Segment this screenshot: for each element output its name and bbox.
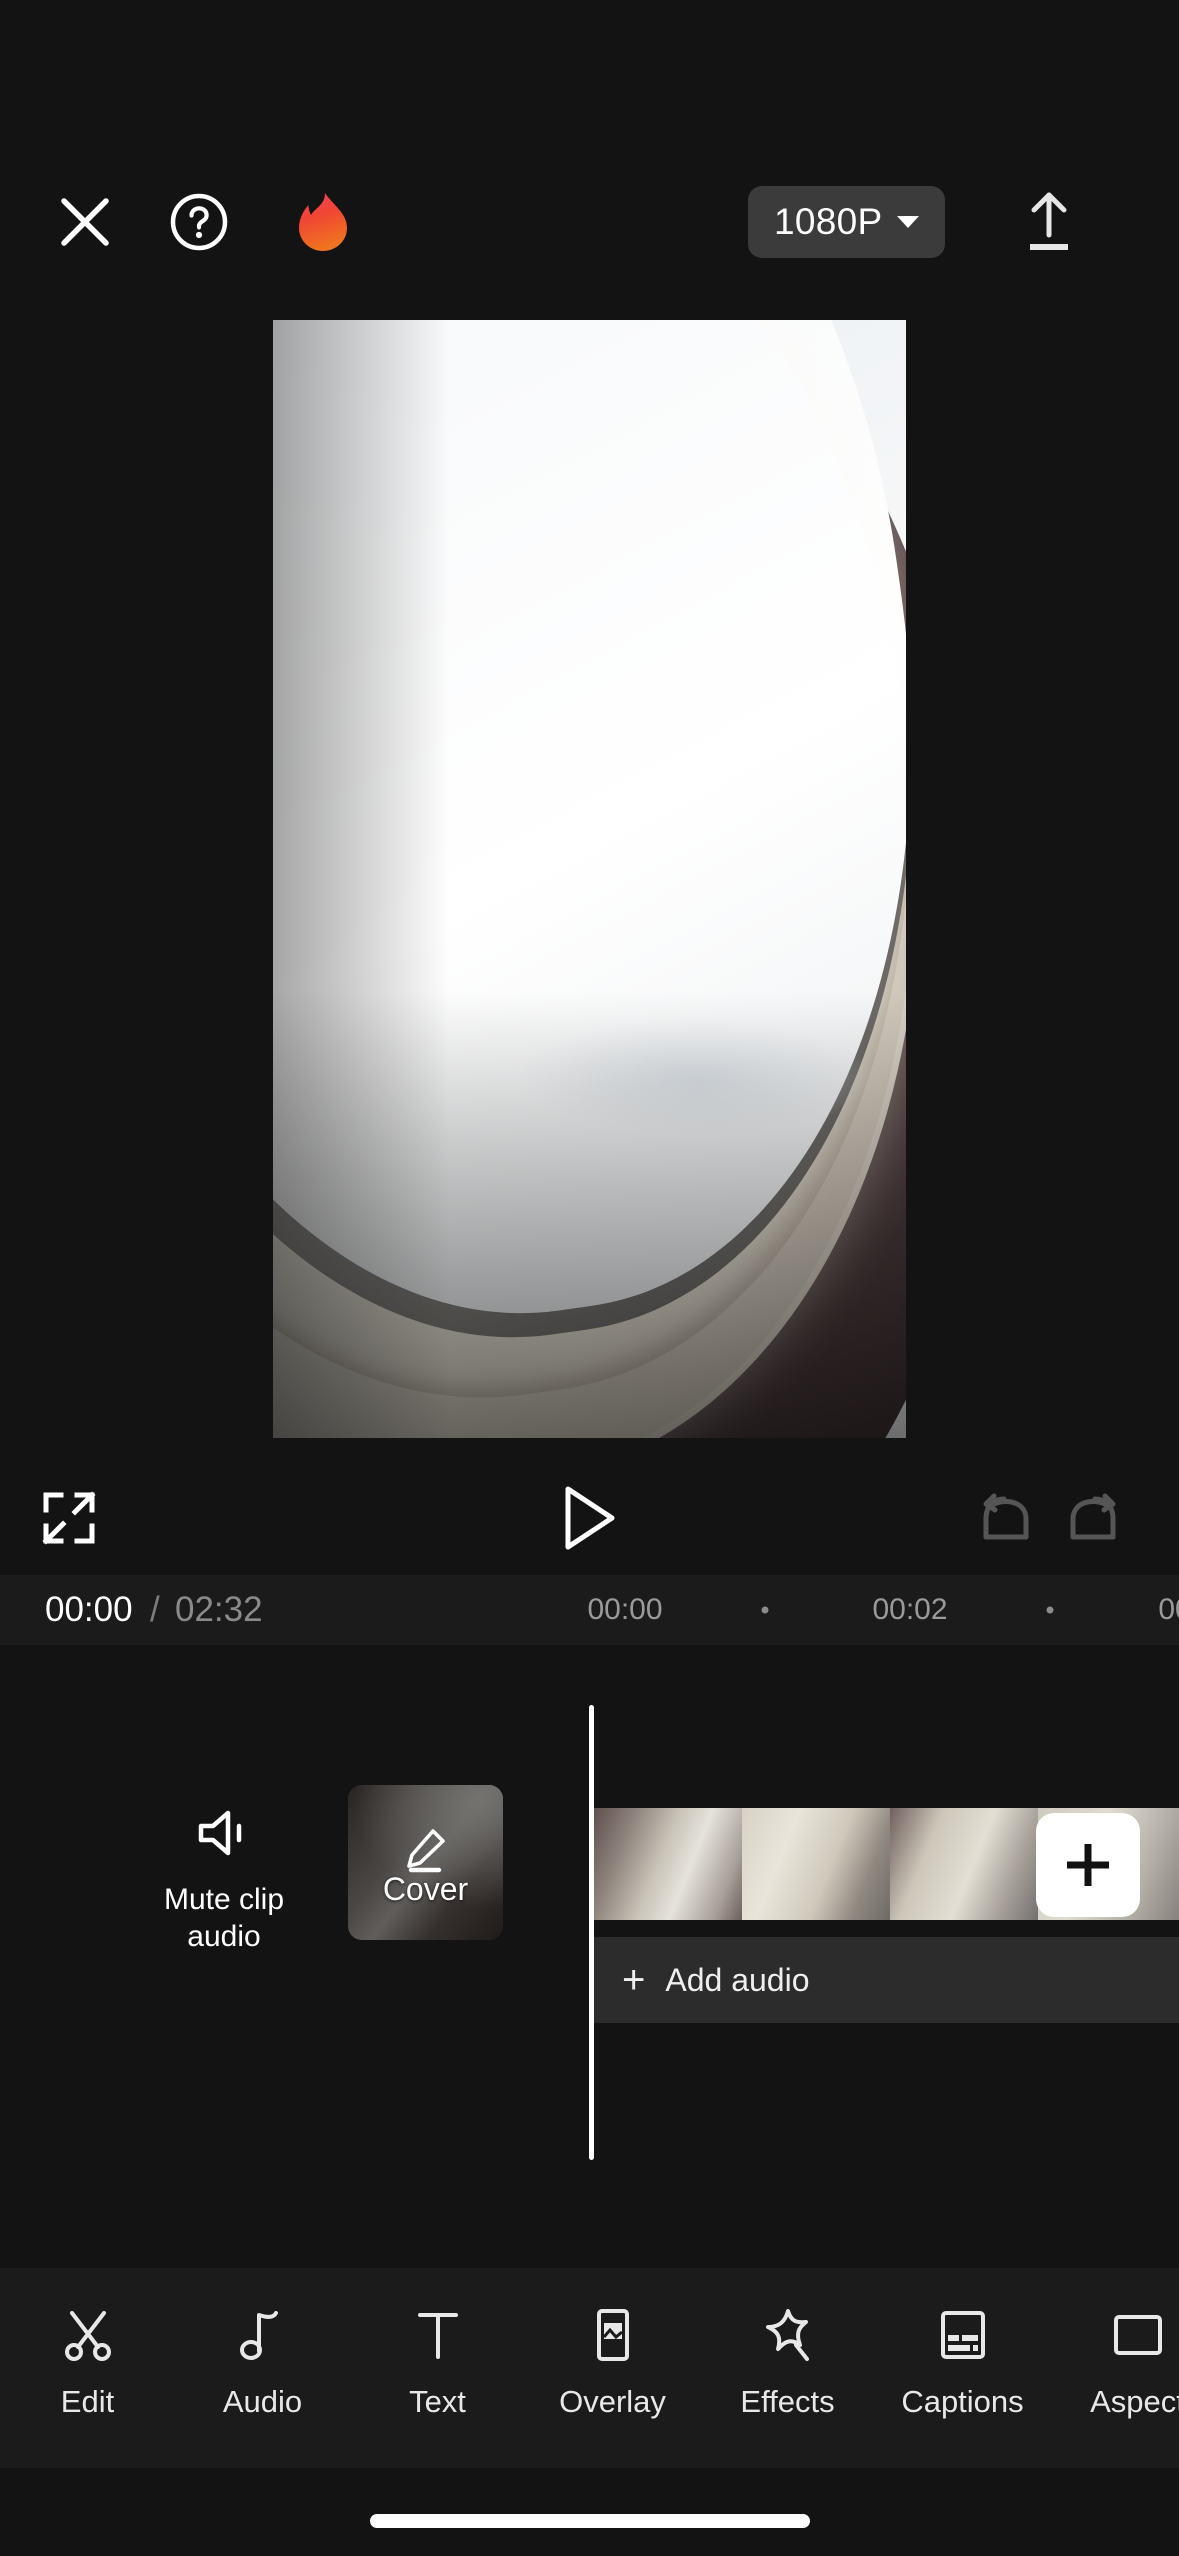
chevron-down-icon: [896, 216, 919, 228]
ruler-dot-0: [761, 1606, 769, 1614]
tool-overlay[interactable]: Overlay: [525, 2306, 700, 2420]
help-circle-icon[interactable]: [168, 191, 230, 253]
timeline-left-tools: Mute clip audio Cover: [0, 1785, 560, 1985]
timeline-ruler[interactable]: 00:00 00:02 00: [520, 1575, 1179, 1645]
clip-thumbnail[interactable]: [594, 1808, 742, 1920]
tool-text[interactable]: Text: [350, 2306, 525, 2420]
aspect-ratio-icon: [1110, 2306, 1166, 2364]
undo-icon[interactable]: [978, 1493, 1034, 1543]
ruler-tick-2: 00: [1158, 1593, 1179, 1626]
close-icon[interactable]: [54, 191, 116, 253]
ruler-dot-1: [1046, 1606, 1054, 1614]
music-note-icon: [235, 2306, 291, 2364]
cover-label: Cover: [382, 1871, 469, 1907]
tool-captions[interactable]: Captions: [875, 2306, 1050, 2420]
tool-label: Overlay: [559, 2384, 666, 2419]
current-time: 00:00: [45, 1590, 133, 1629]
total-duration: 02:32: [175, 1590, 263, 1629]
video-editor-screen: 1080P 00:00 / 02:32 00:00 00:02 0 Mute c…: [0, 0, 1179, 2556]
mute-clip-audio-button[interactable]: Mute clip audio: [134, 1785, 314, 1955]
tool-label: Text: [409, 2384, 466, 2419]
resolution-selector[interactable]: 1080P: [748, 186, 945, 258]
flame-icon[interactable]: [295, 191, 351, 253]
redo-icon[interactable]: [1065, 1493, 1121, 1543]
preview-cloud: [516, 1018, 876, 1138]
video-preview[interactable]: [273, 320, 906, 1438]
ruler-tick-1: 00:02: [872, 1593, 948, 1626]
tool-label: Captions: [901, 2384, 1024, 2419]
add-clip-button[interactable]: [1036, 1813, 1140, 1917]
time-separator: /: [150, 1590, 160, 1629]
playhead[interactable]: [589, 1705, 594, 2160]
plus-icon: [1059, 1836, 1117, 1894]
add-audio-label: Add audio: [665, 1961, 810, 1998]
bottom-toolbar: Edit Audio Text Overlay Effects Captions…: [0, 2268, 1179, 2468]
tool-label: Audio: [222, 2384, 303, 2419]
playback-controls: [0, 1460, 1179, 1575]
star-sparkle-icon: [760, 2306, 816, 2364]
play-icon[interactable]: [561, 1485, 619, 1551]
fullscreen-icon[interactable]: [42, 1490, 96, 1545]
scissors-icon: [60, 2306, 116, 2364]
tool-label: Effects: [740, 2384, 835, 2419]
pencil-icon: [403, 1827, 449, 1873]
preview-area: [0, 290, 1179, 1460]
top-bar: 1080P: [0, 0, 1179, 290]
tool-label: Aspect: [1090, 2384, 1179, 2419]
tool-label: Edit: [60, 2384, 115, 2419]
timecode-ruler-row: 00:00 / 02:32 00:00 00:02 00: [0, 1575, 1179, 1645]
timeline[interactable]: Mute clip audio Cover + Add audio: [0, 1645, 1179, 2210]
resolution-label: 1080P: [774, 201, 883, 242]
ruler-tick-0: 00:00: [587, 1593, 663, 1626]
tool-aspect[interactable]: Aspect: [1050, 2306, 1179, 2420]
overlay-icon: [585, 2306, 641, 2364]
upload-icon[interactable]: [1018, 187, 1080, 257]
tool-edit[interactable]: Edit: [0, 2306, 175, 2420]
tool-audio[interactable]: Audio: [175, 2306, 350, 2420]
add-audio-track[interactable]: + Add audio: [594, 1937, 1179, 2023]
plus-icon: +: [622, 1958, 646, 2002]
clip-thumbnail[interactable]: [890, 1808, 1038, 1920]
captions-icon: [935, 2306, 991, 2364]
speaker-icon: [195, 1807, 253, 1864]
tool-effects[interactable]: Effects: [700, 2306, 875, 2420]
clip-thumbnail[interactable]: [742, 1808, 890, 1920]
home-indicator: [369, 2514, 810, 2528]
cover-button[interactable]: Cover: [348, 1785, 503, 1940]
mute-clip-audio-label: Mute clip audio: [163, 1883, 285, 1953]
text-t-icon: [410, 2306, 466, 2364]
